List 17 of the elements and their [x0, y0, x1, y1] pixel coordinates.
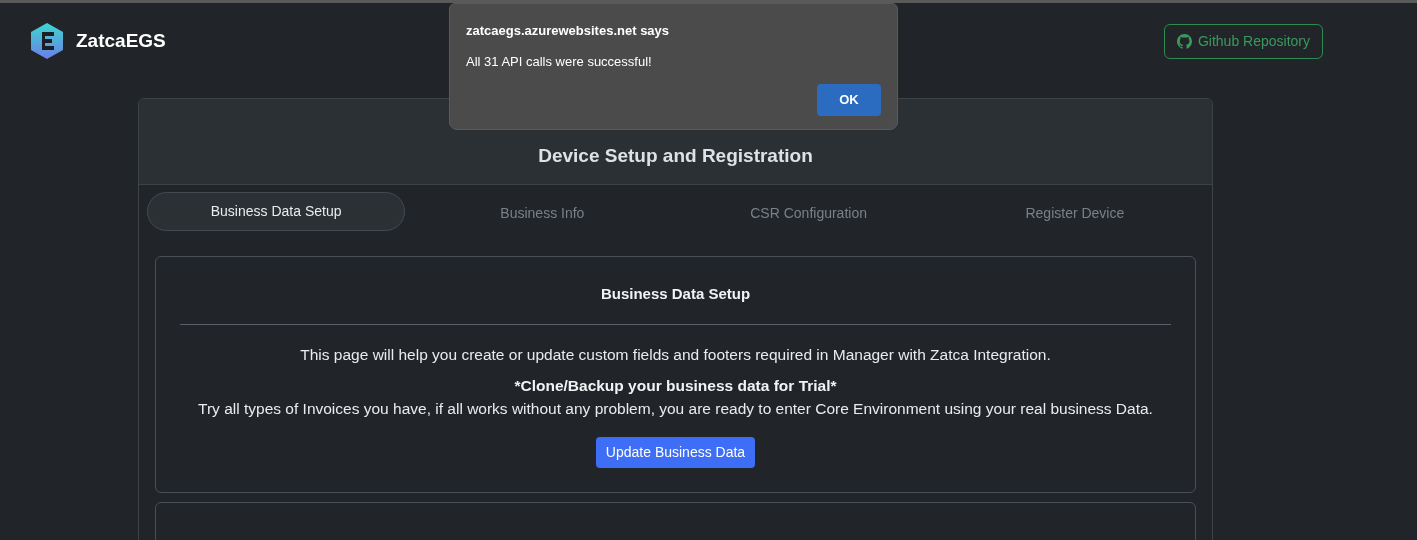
- note-text: Try all types of Invoices you have, if all works without any problem, you are ready to enter Core Environment using your real business Data.: [198, 399, 1153, 419]
- tab[interactable]: Business Info: [413, 192, 672, 231]
- intro-text: This page will help you create or update custom fields and footers required in Manager with Zatca Integration.: [300, 344, 1051, 365]
- logo-icon: [30, 22, 64, 60]
- tab[interactable]: CSR Configuration: [679, 192, 938, 231]
- dialog-title: zatcaegs.azurewebsites.net says: [466, 22, 671, 40]
- dialog-message: All 31 API calls were successful!: [466, 52, 653, 71]
- update-button[interactable]: Update Business Data: [595, 437, 756, 469]
- emphasis-text: *Clone/Backup your business data for Trial*: [514, 375, 837, 396]
- brand-name[interactable]: ZatcaEGS: [76, 26, 166, 56]
- tab[interactable]: Business Data Setup: [147, 192, 406, 231]
- ok-button[interactable]: OK: [817, 84, 881, 116]
- tab[interactable]: Register Device: [945, 192, 1204, 231]
- section-title: Business Data Setup: [600, 284, 751, 304]
- card-subtitle: Device Setup and Registration: [538, 143, 813, 168]
- github-icon: [1176, 33, 1192, 49]
- github-button[interactable]: Github Repository: [1163, 23, 1323, 59]
